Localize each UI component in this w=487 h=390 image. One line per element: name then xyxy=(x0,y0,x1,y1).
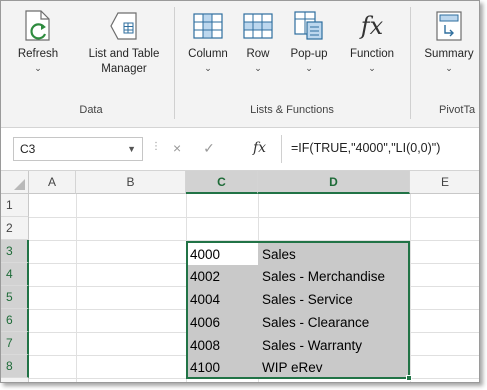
gridline xyxy=(29,217,479,218)
group-label-pivot: PivotTa xyxy=(439,104,476,116)
cell-c5[interactable]: 4004 xyxy=(186,288,220,311)
column-header-c[interactable]: C xyxy=(186,171,258,194)
cell-d4[interactable]: Sales - Merchandise xyxy=(258,265,385,288)
row-header-9[interactable]: 9 xyxy=(1,378,29,382)
function-icon: fx xyxy=(360,11,384,40)
cancel-icon[interactable]: × xyxy=(173,140,181,156)
insert-function-icon[interactable]: fx xyxy=(253,140,266,156)
chevron-down-icon: ⌄ xyxy=(204,63,212,73)
chevron-down-icon: ⌄ xyxy=(254,63,262,73)
cell-d5[interactable]: Sales - Service xyxy=(258,288,353,311)
column-header-e[interactable]: E xyxy=(410,171,479,194)
column-button[interactable]: Column ⌄ xyxy=(185,9,231,99)
row-header-6[interactable]: 6 xyxy=(1,309,29,332)
chevron-down-icon: ⌄ xyxy=(305,63,313,73)
name-box[interactable]: C3 ▼ xyxy=(13,137,143,161)
row-header-5[interactable]: 5 xyxy=(1,286,29,309)
group-label-lists-functions: Lists & Functions xyxy=(250,104,334,116)
cell-d7[interactable]: Sales - Warranty xyxy=(258,334,362,357)
popup-button[interactable]: Pop-up ⌄ xyxy=(283,9,335,99)
row-icon xyxy=(241,9,275,43)
formula-bar-resize-handle[interactable]: ⋮ xyxy=(151,141,161,152)
group-separator xyxy=(410,7,411,119)
list-table-manager-label-line1: List and Table xyxy=(88,48,160,60)
cell-d6[interactable]: Sales - Clearance xyxy=(258,311,369,334)
select-all-button[interactable] xyxy=(1,171,29,194)
ribbon: Refresh ⌄ List and Table Manager Column … xyxy=(1,1,479,128)
list-table-manager-label-line2: Manager xyxy=(101,63,147,75)
chevron-down-icon: ⌄ xyxy=(445,63,453,73)
excel-window: Refresh ⌄ List and Table Manager Column … xyxy=(0,0,480,383)
fill-handle[interactable] xyxy=(406,375,412,381)
enter-icon[interactable]: ✓ xyxy=(203,140,215,156)
formula-bar: C3 ▼ ⋮ × ✓ fx =IF(TRUE,"4000","LI(0,0)") xyxy=(1,128,479,171)
name-box-value: C3 xyxy=(20,142,36,156)
row-label: Row xyxy=(246,48,270,60)
refresh-label: Refresh xyxy=(17,48,59,60)
row-header-4[interactable]: 4 xyxy=(1,263,29,286)
row-header-7[interactable]: 7 xyxy=(1,332,29,355)
summary-button[interactable]: Summary ⌄ xyxy=(419,9,479,99)
cell-d8[interactable]: WIP eRev xyxy=(258,356,323,379)
popup-label: Pop-up xyxy=(290,48,328,60)
row-header-8[interactable]: 8 xyxy=(1,355,29,378)
row-header-1[interactable]: 1 xyxy=(1,194,29,217)
function-label: Function xyxy=(349,48,395,60)
row-button[interactable]: Row ⌄ xyxy=(239,9,277,99)
cell-c7[interactable]: 4008 xyxy=(186,334,220,357)
column-header-b[interactable]: B xyxy=(76,171,186,194)
group-label-data: Data xyxy=(79,104,103,116)
chevron-down-icon[interactable]: ▼ xyxy=(127,138,136,160)
refresh-button[interactable]: Refresh ⌄ xyxy=(13,9,63,99)
refresh-icon xyxy=(21,9,55,43)
list-table-manager-button[interactable]: List and Table Manager xyxy=(81,9,167,99)
list-table-manager-icon xyxy=(107,9,141,43)
cell-c4[interactable]: 4002 xyxy=(186,265,220,288)
summary-label: Summary xyxy=(424,48,474,60)
column-header-a[interactable]: A xyxy=(29,171,76,194)
column-label: Column xyxy=(188,48,228,60)
formula-separator xyxy=(281,135,282,163)
cell-d3[interactable]: Sales xyxy=(258,243,296,266)
group-separator xyxy=(174,7,175,119)
row-header-2[interactable]: 2 xyxy=(1,217,29,240)
cell-c6[interactable]: 4006 xyxy=(186,311,220,334)
worksheet-grid: A B C D E 1 2 3 4 5 6 7 8 9 4000 Sales 4… xyxy=(1,171,479,382)
chevron-down-icon: ⌄ xyxy=(34,63,42,73)
chevron-down-icon: ⌄ xyxy=(368,63,376,73)
column-header-d[interactable]: D xyxy=(258,171,410,194)
function-button[interactable]: fx Function ⌄ xyxy=(345,9,399,99)
column-icon xyxy=(191,9,225,43)
row-header-3[interactable]: 3 xyxy=(1,240,29,263)
formula-input[interactable]: =IF(TRUE,"4000","LI(0,0)") xyxy=(291,141,440,155)
popup-icon xyxy=(292,9,326,43)
cell-c8[interactable]: 4100 xyxy=(186,356,220,379)
summary-icon xyxy=(432,9,466,43)
cell-c3[interactable]: 4000 xyxy=(186,243,220,266)
